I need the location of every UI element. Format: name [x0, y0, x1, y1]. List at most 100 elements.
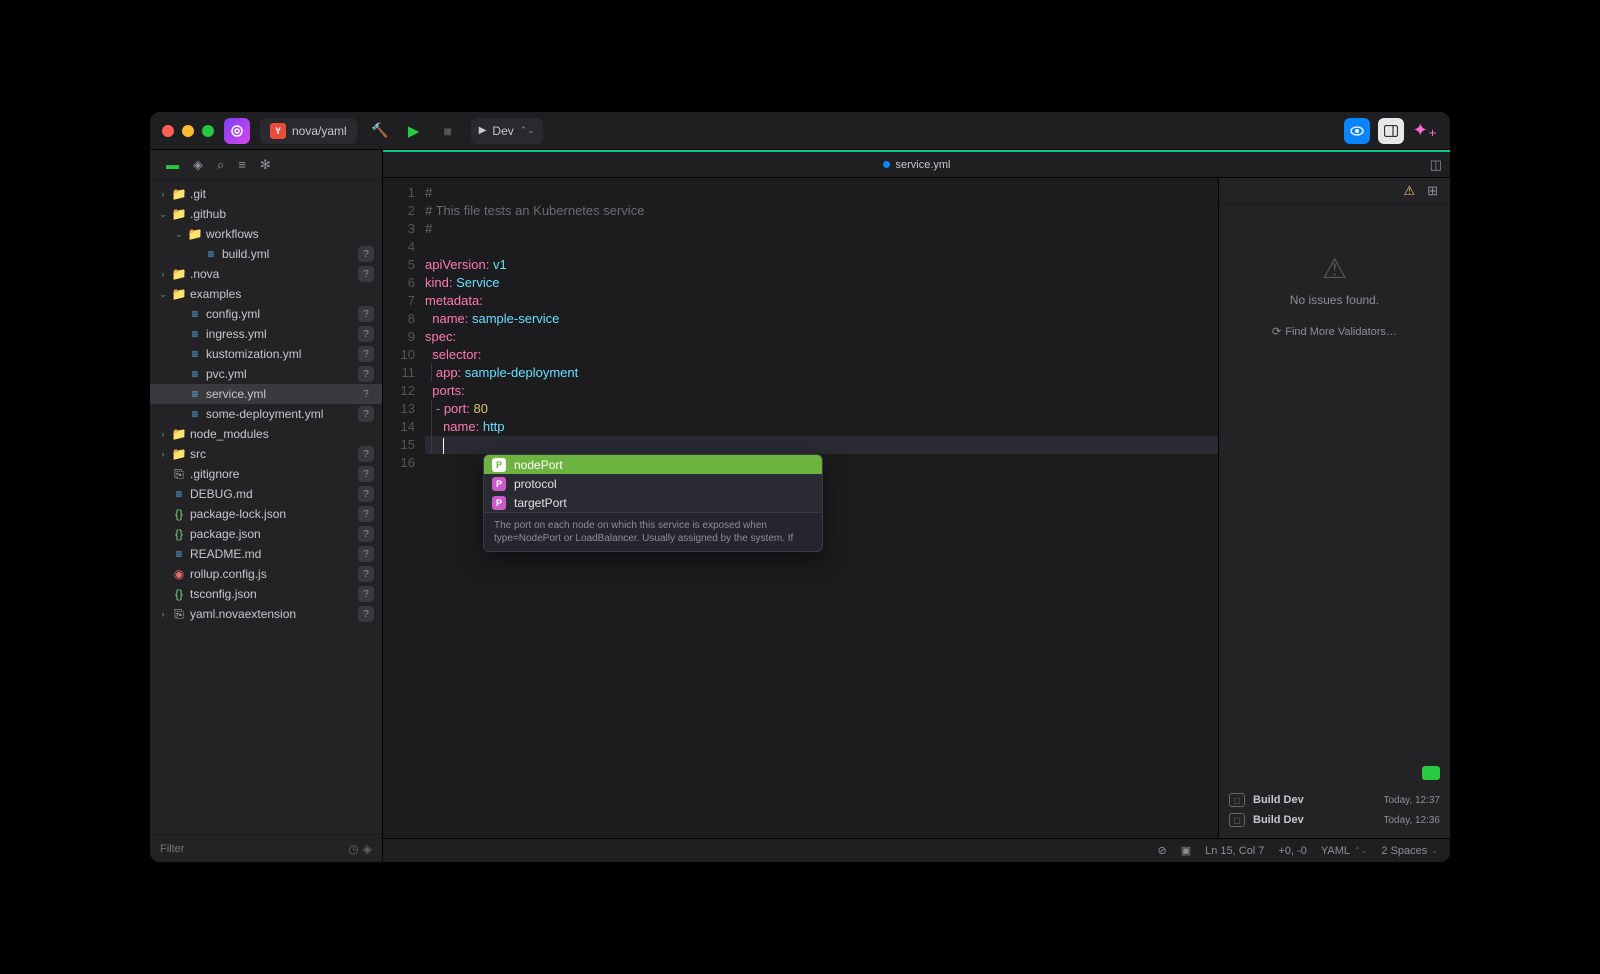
close-window[interactable] [162, 125, 174, 137]
code-line[interactable]: name: http [425, 418, 1218, 436]
project-path: nova/yaml [292, 124, 347, 138]
completion-label: nodePort [514, 456, 563, 474]
tree-item[interactable]: ⌄📁workflows [150, 224, 382, 244]
file-icon: ≡ [170, 487, 188, 501]
sparkle-icon[interactable]: ✦₊ [1412, 118, 1438, 144]
tree-item[interactable]: ›📁node_modules [150, 424, 382, 444]
terminal-icon[interactable] [1422, 766, 1440, 780]
files-icon[interactable]: ▬ [166, 157, 179, 172]
code-line[interactable]: spec: [425, 328, 1218, 346]
tab-bar: service.yml ◫ [383, 152, 1450, 178]
code-line[interactable]: name: sample-service [425, 310, 1218, 328]
run-button[interactable]: ▶ [401, 118, 427, 144]
cursor-position[interactable]: Ln 15, Col 7 [1205, 845, 1264, 857]
code-line[interactable]: ports: [425, 382, 1218, 400]
disclosure-arrow[interactable]: › [156, 269, 170, 279]
language-selector[interactable]: YAML⌃⌄ [1321, 845, 1368, 857]
disclosure-arrow[interactable]: ⌄ [172, 229, 186, 240]
code-line[interactable] [425, 238, 1218, 256]
find-validators-link[interactable]: ⟳ Find More Validators… [1229, 325, 1440, 338]
tree-item[interactable]: ≡config.yml? [150, 304, 382, 324]
code-line[interactable]: kind: Service [425, 274, 1218, 292]
tree-item[interactable]: ≡some-deployment.yml? [150, 404, 382, 424]
tree-item[interactable]: {}package.json? [150, 524, 382, 544]
tree-item[interactable]: ⌄📁.github [150, 204, 382, 224]
grid-tab-icon[interactable]: ⊞ [1427, 183, 1438, 199]
project-tab[interactable]: Y nova/yaml [260, 118, 357, 144]
tree-item[interactable]: ≡build.yml? [150, 244, 382, 264]
task-item[interactable]: ▢Build DevToday, 12:37 [1229, 790, 1440, 810]
tree-item[interactable]: ⎘.gitignore? [150, 464, 382, 484]
code-line[interactable]: selector: [425, 346, 1218, 364]
panel-toggle[interactable] [1378, 118, 1404, 144]
disclosure-arrow[interactable]: ⌄ [156, 209, 170, 220]
tree-item[interactable]: ≡DEBUG.md? [150, 484, 382, 504]
tree-item[interactable]: ›⎘yaml.novaextension? [150, 604, 382, 624]
preview-button[interactable] [1344, 118, 1370, 144]
file-icon: ⎘ [170, 467, 188, 482]
clips-icon[interactable]: ✻ [260, 157, 271, 173]
task-dropdown[interactable]: ▶ Dev ⌃⌄ [471, 118, 543, 144]
code-line[interactable]: # [425, 184, 1218, 202]
tree-item[interactable]: ›📁.nova? [150, 264, 382, 284]
disclosure-arrow[interactable]: ⌄ [156, 289, 170, 300]
build-button[interactable]: 🔨 [367, 118, 393, 144]
property-type-icon: P [492, 496, 506, 510]
app-icon [224, 118, 250, 144]
scm-icon[interactable]: ◈ [363, 842, 372, 856]
disclosure-arrow[interactable]: › [156, 609, 170, 619]
tree-item[interactable]: ≡service.yml? [150, 384, 382, 404]
split-icon[interactable]: ◫ [1430, 157, 1442, 173]
file-name: .github [190, 207, 374, 221]
completion-popup[interactable]: PnodePortPprotocolPtargetPort The port o… [483, 454, 823, 552]
disclosure-arrow[interactable]: › [156, 189, 170, 199]
code-line[interactable]: app: sample-deployment [425, 364, 1218, 382]
code-line[interactable]: # This file tests an Kubernetes service [425, 202, 1218, 220]
history-icon[interactable]: ◷ [348, 842, 358, 856]
task-item[interactable]: ▢Build DevToday, 12:36 [1229, 810, 1440, 830]
indent-selector[interactable]: 2 Spaces⌄ [1381, 845, 1438, 857]
scm-badge: ? [358, 306, 374, 322]
code-content[interactable]: ## This file tests an Kubernetes service… [425, 178, 1218, 838]
code-line[interactable]: # [425, 220, 1218, 238]
tree-item[interactable]: ›📁.git [150, 184, 382, 204]
code-line[interactable]: apiVersion: v1 [425, 256, 1218, 274]
editor-tab[interactable]: service.yml [882, 159, 950, 171]
tree-item[interactable]: ◉rollup.config.js? [150, 564, 382, 584]
scm-badge: ? [358, 406, 374, 422]
tree-item[interactable]: ≡README.md? [150, 544, 382, 564]
filter-input[interactable] [160, 843, 344, 855]
zoom-window[interactable] [202, 125, 214, 137]
tree-item[interactable]: ≡pvc.yml? [150, 364, 382, 384]
disclosure-arrow[interactable]: › [156, 429, 170, 439]
git-icon[interactable]: ◈ [193, 157, 203, 173]
code-line[interactable]: metadata: [425, 292, 1218, 310]
issues-tab-icon[interactable]: ⚠ [1403, 183, 1415, 199]
symbols-icon[interactable]: ≡ [238, 157, 246, 172]
completion-item[interactable]: PtargetPort [484, 493, 822, 512]
tree-item[interactable]: ⌄📁examples [150, 284, 382, 304]
tree-item[interactable]: ≡ingress.yml? [150, 324, 382, 344]
scm-badge: ? [358, 466, 374, 482]
code-line[interactable] [425, 436, 1218, 454]
minimize-window[interactable] [182, 125, 194, 137]
tree-item[interactable]: ›📁src? [150, 444, 382, 464]
tree-item[interactable]: ≡kustomization.yml? [150, 344, 382, 364]
tree-item[interactable]: {}package-lock.json? [150, 504, 382, 524]
completion-item[interactable]: Pprotocol [484, 474, 822, 493]
disclosure-arrow[interactable]: › [156, 449, 170, 459]
search-icon[interactable]: ⌕ [217, 157, 224, 173]
code-editor[interactable]: 12345678910111213141516 ## This file tes… [383, 178, 1218, 838]
scm-badge: ? [358, 386, 374, 402]
file-tree[interactable]: ›📁.git⌄📁.github⌄📁workflows≡build.yml?›📁.… [150, 180, 382, 834]
right-panel: ⚠ ⊞ ⚠ No issues found. ⟳ Find More Valid… [1218, 178, 1450, 838]
branch-icon[interactable]: ⊘ [1157, 844, 1166, 857]
git-status-icon[interactable]: ▣ [1181, 844, 1191, 857]
completion-item[interactable]: PnodePort [484, 455, 822, 474]
scm-badge: ? [358, 586, 374, 602]
code-line[interactable]: - port: 80 [425, 400, 1218, 418]
issues-panel: ⚠ No issues found. ⟳ Find More Validator… [1219, 204, 1450, 358]
sidebar-toolbar: ▬ ◈ ⌕ ≡ ✻ [150, 150, 382, 180]
stop-button[interactable]: ■ [435, 118, 461, 144]
tree-item[interactable]: {}tsconfig.json? [150, 584, 382, 604]
